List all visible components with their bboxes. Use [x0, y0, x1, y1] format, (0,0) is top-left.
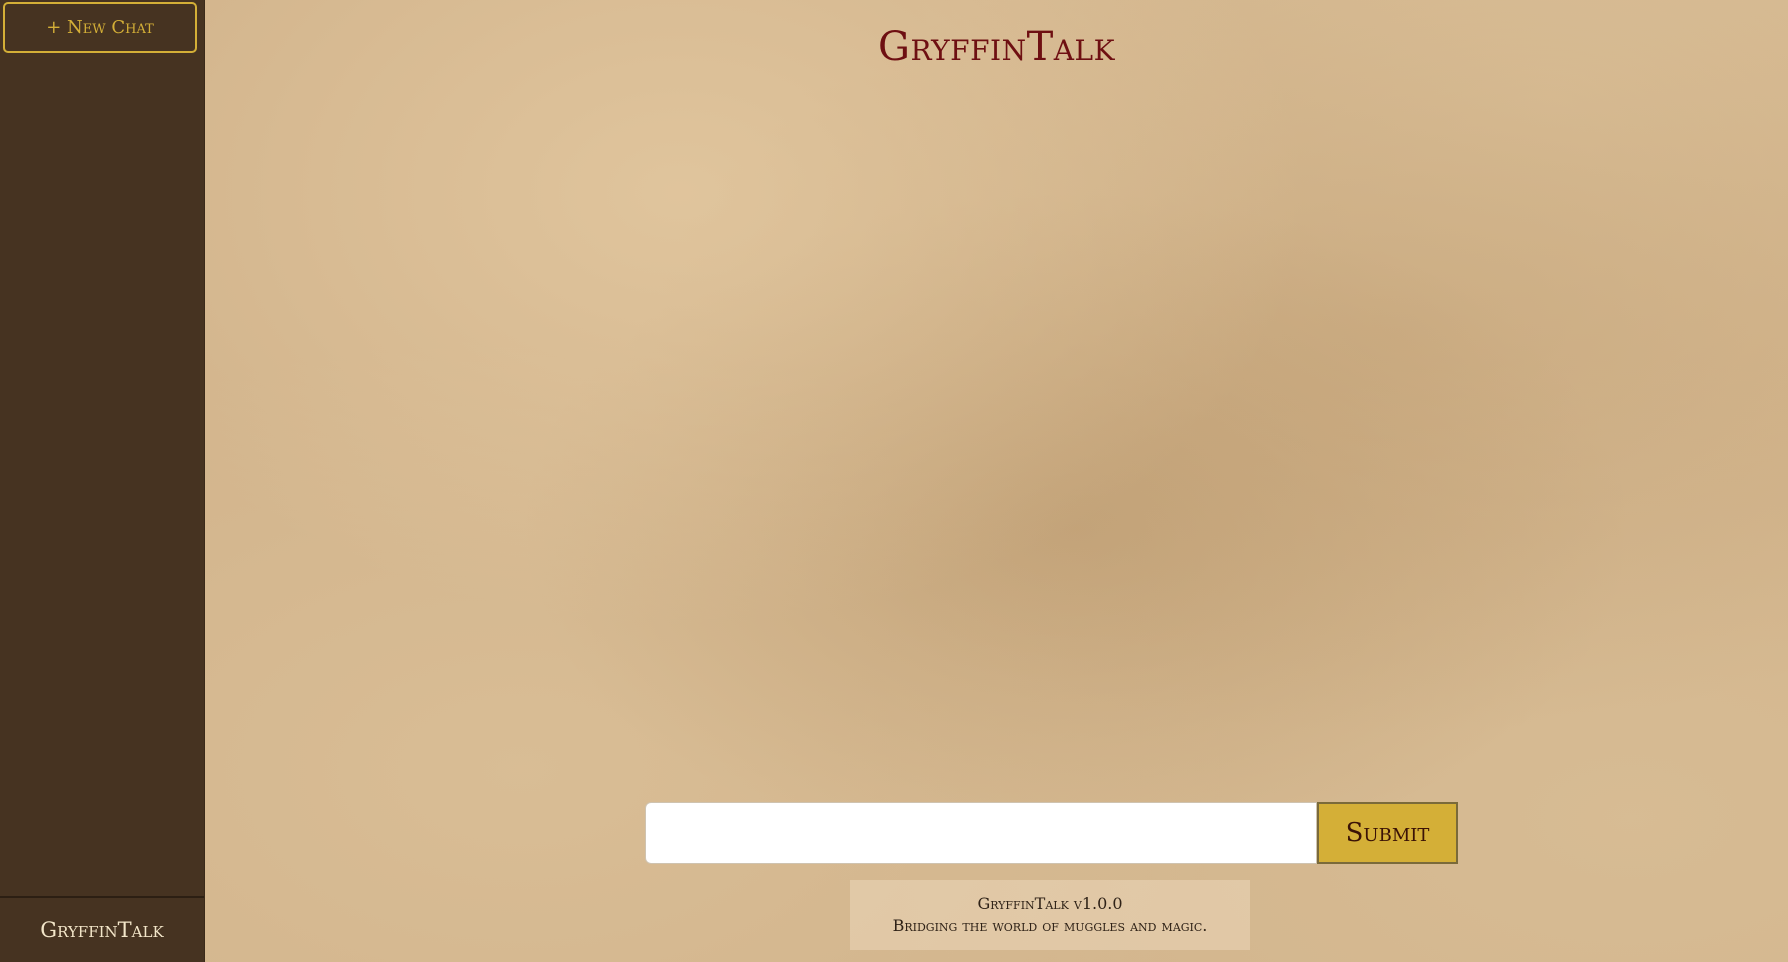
sidebar: + New Chat GryffinTalk [0, 0, 205, 962]
app-info-box: GryffinTalk v1.0.0 Bridging the world of… [850, 880, 1250, 950]
chat-composer: Submit [645, 802, 1458, 864]
version-text: GryffinTalk v1.0.0 [977, 894, 1123, 913]
page-title: GryffinTalk [878, 24, 1115, 70]
chat-main-area: GryffinTalk Submit GryffinTalk v1.0.0 Br… [205, 0, 1788, 962]
new-chat-button[interactable]: + New Chat [3, 2, 197, 53]
chat-input[interactable] [645, 802, 1317, 864]
tagline-text: Bridging the world of muggles and magic. [892, 916, 1208, 935]
app-window: + New Chat GryffinTalk GryffinTalk Submi… [0, 0, 1788, 962]
sidebar-footer-brand: GryffinTalk [0, 896, 204, 962]
submit-button[interactable]: Submit [1317, 802, 1458, 864]
